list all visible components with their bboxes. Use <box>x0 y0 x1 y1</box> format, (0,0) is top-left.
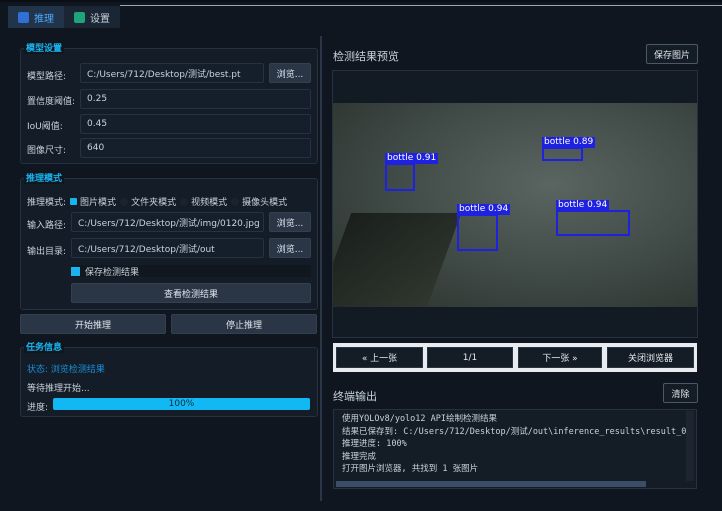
check-icon <box>74 11 85 23</box>
terminal-vertical-scrollbar[interactable] <box>686 411 694 481</box>
start-inference-button[interactable]: 开始推理 <box>20 314 166 334</box>
detection-label: bottle 0.91 <box>385 153 439 164</box>
input-path-input[interactable]: C:/Users/712/Desktop/测试/img/0120.jpg <box>71 212 264 232</box>
progress-bar: 100% <box>53 398 310 410</box>
radio-folder-mode[interactable] <box>120 197 129 206</box>
iou-label: IoU阈值: <box>27 122 63 132</box>
detection-label: bottle 0.94 <box>556 200 610 211</box>
chart-icon <box>18 11 29 23</box>
next-image-button[interactable]: 下一张 » <box>518 347 602 368</box>
radio-label: 文件夹模式 <box>131 198 177 208</box>
tab-settings[interactable]: 设置 <box>64 6 120 28</box>
checkbox-checked-icon <box>71 266 80 276</box>
browse-input-button[interactable]: 浏览... <box>269 212 311 232</box>
save-image-button[interactable]: 保存图片 <box>646 44 698 64</box>
stop-inference-button[interactable]: 停止推理 <box>171 314 317 334</box>
output-dir-input[interactable]: C:/Users/712/Desktop/测试/out <box>71 238 264 258</box>
size-label: 图像尺寸: <box>27 146 67 156</box>
output-dir-label: 输出目录: <box>27 247 67 257</box>
group-title: 模型设置 <box>24 41 65 54</box>
radio-camera-mode[interactable] <box>231 197 240 206</box>
detection-box: bottle 0.94 <box>457 204 511 251</box>
detection-label: bottle 0.94 <box>457 204 511 215</box>
clear-terminal-button[interactable]: 清除 <box>663 383 698 403</box>
iou-spinbox[interactable]: 0.45 <box>80 114 311 134</box>
status-text: 状态: 浏览检测结果 <box>27 365 105 375</box>
page-indicator: 1/1 <box>427 347 513 368</box>
prev-image-button[interactable]: « 上一张 <box>336 347 423 368</box>
model-path-label: 模型路径: <box>27 72 67 82</box>
preview-title: 检测结果预览 <box>333 50 399 63</box>
conf-label: 置信度阈值: <box>27 97 76 107</box>
top-edge <box>0 0 722 2</box>
progress-label: 进度: <box>27 403 49 413</box>
progress-text: 100% <box>168 399 195 409</box>
group-title: 推理模式 <box>24 171 65 184</box>
terminal-line: 使用YOLOv8/yolo12 API绘制检测结果 <box>342 414 497 424</box>
view-results-button[interactable]: 查看检测结果 <box>71 283 311 303</box>
mode-label: 推理模式: <box>27 198 67 208</box>
terminal-line: 打开图片浏览器, 共找到 1 张图片 <box>342 464 479 474</box>
mode-radio-row: 推理模式: 图片模式 文件夹模式 视频模式 摄像头模式 <box>27 195 287 208</box>
browse-output-button[interactable]: 浏览... <box>269 238 311 258</box>
tab-label: 推理 <box>34 13 54 25</box>
tab-bar-line <box>120 5 722 6</box>
detection-box: bottle 0.94 <box>556 200 630 236</box>
detection-box: bottle 0.89 <box>542 137 596 161</box>
splitter[interactable] <box>320 36 322 501</box>
model-path-input[interactable]: C:/Users/712/Desktop/测试/best.pt <box>80 63 264 83</box>
terminal-line: 推理进度: 100% <box>342 439 407 449</box>
detection-box: bottle 0.91 <box>385 153 439 191</box>
save-results-checkbox[interactable]: 保存检测结果 <box>71 265 311 278</box>
status-message: 等待推理开始... <box>27 384 90 394</box>
radio-image-mode[interactable] <box>70 198 78 205</box>
radio-label: 视频模式 <box>191 198 228 208</box>
size-spinbox[interactable]: 640 <box>80 138 311 158</box>
terminal-output[interactable]: 使用YOLOv8/yolo12 API绘制检测结果 结果已保存到: C:/Use… <box>333 409 697 489</box>
browse-model-button[interactable]: 浏览... <box>269 63 311 83</box>
terminal-line: 结果已保存到: C:/Users/712/Desktop/测试/out\infe… <box>342 426 687 437</box>
tab-inference[interactable]: 推理 <box>8 6 64 28</box>
conf-spinbox[interactable]: 0.25 <box>80 89 311 109</box>
tab-label: 设置 <box>90 13 110 25</box>
checkbox-label: 保存检测结果 <box>85 267 140 278</box>
close-browser-button[interactable]: 关闭浏览器 <box>607 347 694 368</box>
radio-label: 图片模式 <box>80 198 117 208</box>
radio-video-mode[interactable] <box>180 197 189 206</box>
image-dark-corner <box>333 213 462 307</box>
preview-image: bottle 0.91 bottle 0.89 bottle 0.94 bott… <box>333 103 697 307</box>
group-title: 任务信息 <box>24 340 65 353</box>
terminal-title: 终端输出 <box>333 390 377 403</box>
terminal-horizontal-scrollbar[interactable] <box>336 481 646 487</box>
input-path-label: 输入路径: <box>27 221 67 231</box>
radio-label: 摄像头模式 <box>242 198 288 208</box>
detection-label: bottle 0.89 <box>542 137 596 148</box>
terminal-line: 推理完成 <box>342 451 377 462</box>
